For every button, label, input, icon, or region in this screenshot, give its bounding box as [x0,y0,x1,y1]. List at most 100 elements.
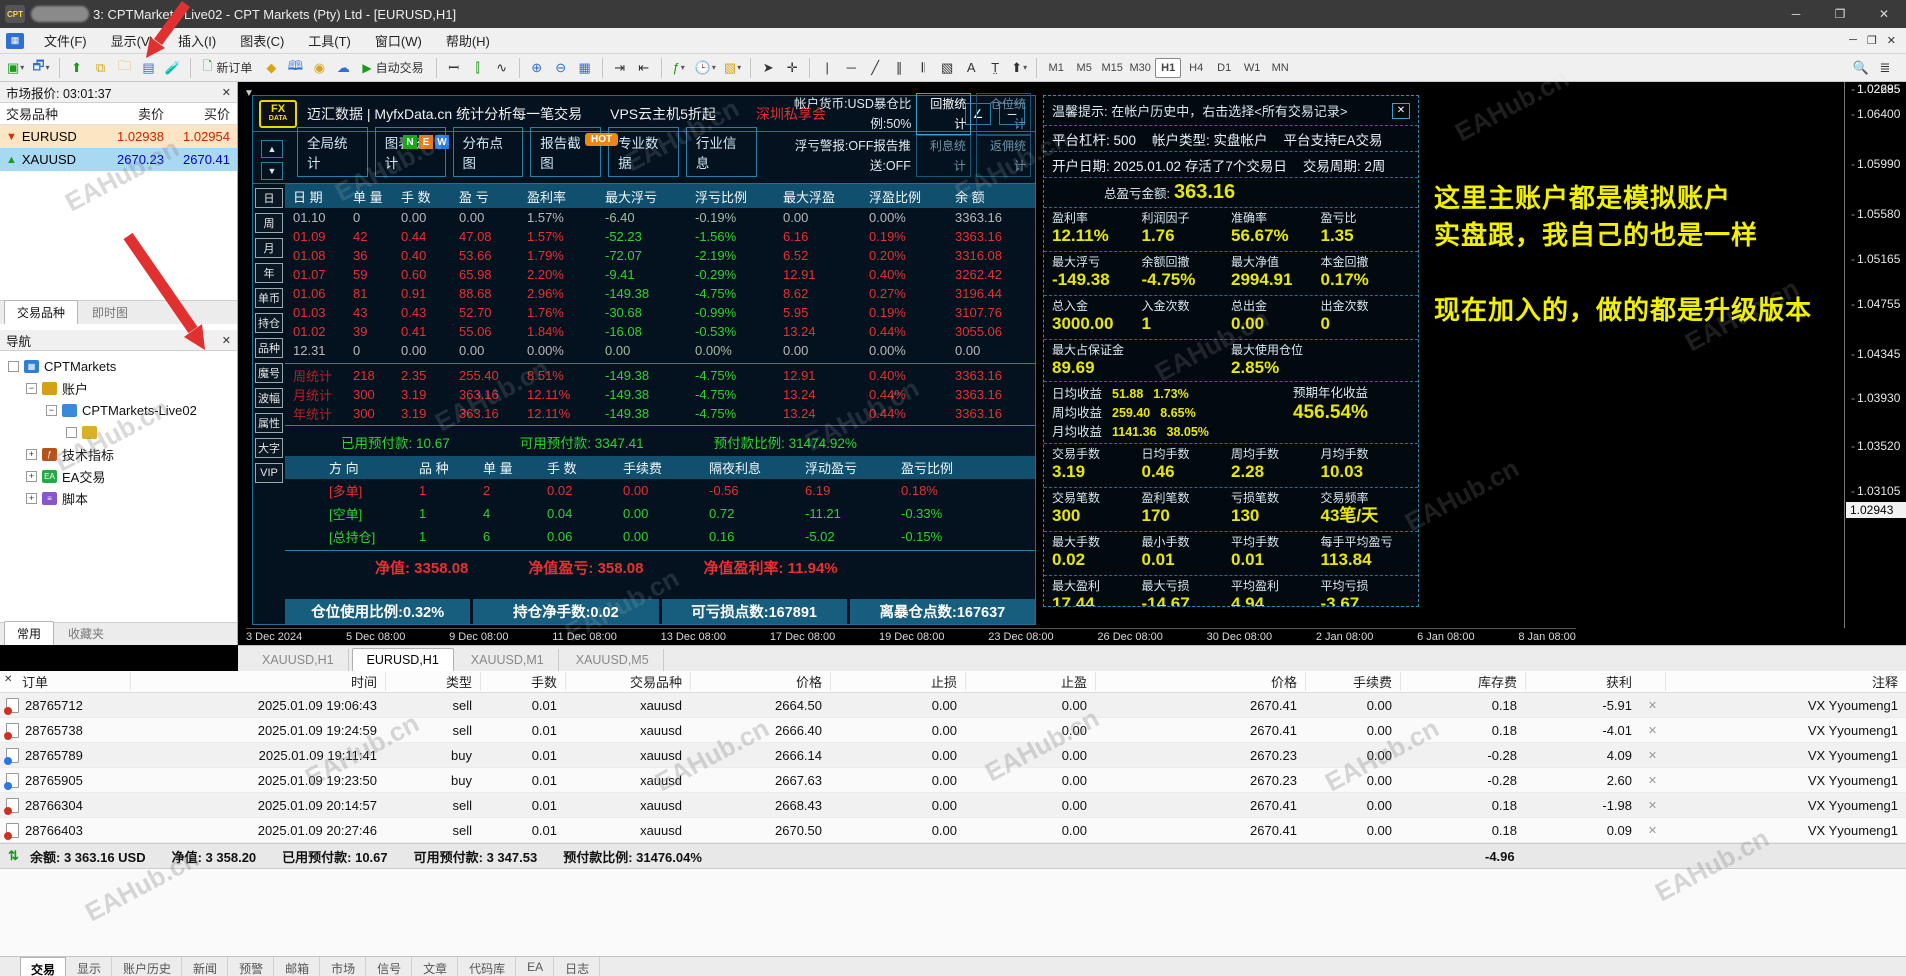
stats-side-button[interactable]: 月 [255,238,283,258]
terminal-tab[interactable]: 显示 [67,957,113,976]
timeframe-button[interactable]: M1 [1043,58,1069,78]
terminal-icon[interactable]: ▤ [138,57,160,79]
timeframe-button[interactable]: M30 [1127,58,1153,78]
timeframe-button[interactable]: H1 [1155,57,1182,78]
col-ticket[interactable]: 订单 [0,672,130,691]
stats-side-button[interactable]: 波幅 [255,388,283,408]
tree-expander-icon[interactable]: + [26,448,37,460]
minimize-button[interactable]: ─ [1774,0,1818,28]
mw-col-ask[interactable]: 买价 [170,104,236,123]
stats-side-button[interactable]: 魔号 [255,363,283,383]
order-row[interactable]: 28765905 2025.01.09 19:23:50 buy 0.01 xa… [0,768,1906,793]
terminal-tab[interactable]: 交易 [20,957,67,976]
close-order-icon[interactable]: ✕ [1640,749,1665,762]
col-current-price[interactable]: 价格 [1095,672,1305,691]
market-watch-close-icon[interactable]: ✕ [222,86,231,99]
stats-tab[interactable]: 专业数据 [608,127,679,177]
metaeditor-icon[interactable]: ◆ [260,57,282,79]
zoom-out-icon[interactable]: ⊖ [550,57,572,79]
new-chart-icon[interactable]: ▣ ▾ [4,57,27,79]
close-order-icon[interactable]: ✕ [1640,824,1665,837]
terminal-tab[interactable]: 新闻 [183,957,229,976]
text-label-icon[interactable]: T̤ [984,57,1006,79]
menu-item[interactable]: 帮助(H) [434,27,502,54]
channel-icon[interactable]: ∥ [888,57,910,79]
navigator-item[interactable]: − CPTMarkets-Live02 [0,399,237,421]
navigator-item[interactable]: − 账户 [0,377,237,399]
navigator-item[interactable]: + EA EA交易 [0,465,237,487]
stats-side-button[interactable]: 大字 [255,438,283,458]
timeframe-button[interactable]: D1 [1211,58,1237,78]
info-panel-close-icon[interactable]: ✕ [1392,102,1410,119]
order-row[interactable]: 28765789 2025.01.09 19:11:41 buy 0.01 xa… [0,743,1906,768]
tree-expander-icon[interactable]: − [46,404,57,416]
position-stats-button[interactable]: 仓位统计 [976,93,1031,135]
navigator-item[interactable]: ▦ CPTMarkets [0,355,237,377]
navigator-item[interactable]: + ≡ 脚本 [0,487,237,509]
cursor-icon[interactable]: ➤ [757,57,779,79]
stats-side-button[interactable]: 周 [255,213,283,233]
toolbar-list-icon[interactable]: ≣ [1874,57,1896,79]
col-commission[interactable]: 手续费 [1305,672,1400,691]
stats-side-button[interactable]: 日 [255,188,283,208]
menu-item[interactable]: 文件(F) [32,27,99,54]
tree-expander-icon[interactable] [66,426,77,438]
chart-tab[interactable]: XAUUSD,H1 [248,649,349,671]
order-row[interactable]: 28766304 2025.01.09 20:14:57 sell 0.01 x… [0,793,1906,818]
child-close-button[interactable]: ✕ [1887,34,1896,47]
menu-item[interactable]: 显示(V) [99,27,166,54]
terminal-tab[interactable]: 文章 [413,957,459,976]
auto-scroll-icon[interactable]: ⇥ [609,57,631,79]
terminal-tab[interactable]: 账户历史 [113,957,183,976]
vertical-line-icon[interactable]: | [816,57,838,79]
col-lots[interactable]: 手数 [480,672,565,691]
indicators-icon[interactable]: ƒ ▾ [668,57,690,79]
timeframe-button[interactable]: MN [1267,58,1293,78]
timeframe-button[interactable]: W1 [1239,58,1265,78]
col-time[interactable]: 时间 [130,672,385,691]
col-symbol[interactable]: 交易品种 [565,672,690,691]
maximize-button[interactable]: ❐ [1818,0,1862,28]
chart-tab[interactable]: XAUUSD,M1 [457,649,559,671]
order-row[interactable]: 28766403 2025.01.09 20:27:46 sell 0.01 x… [0,818,1906,843]
tree-expander-icon[interactable]: − [26,382,37,394]
stats-side-button[interactable]: 属性 [255,413,283,433]
timeframe-button[interactable]: H4 [1183,58,1209,78]
order-row[interactable]: 28765712 2025.01.09 19:06:43 sell 0.01 x… [0,693,1906,718]
stats-side-button[interactable]: 年 [255,263,283,283]
data-window-icon[interactable]: ⧉ [90,57,112,79]
strategy-tester-icon[interactable]: 🧪 [162,57,184,79]
stats-side-button[interactable]: VIP [255,463,283,483]
menu-item[interactable]: 插入(I) [166,27,228,54]
market-watch-row[interactable]: ▼ EURUSD 1.02938 1.02954 [0,125,237,148]
chart-tab[interactable]: EURUSD,H1 [351,648,454,671]
col-open-price[interactable]: 价格 [690,672,830,691]
stats-side-button[interactable]: 品种 [255,338,283,358]
scroll-down-icon[interactable]: ▼ [261,162,283,180]
auto-trading-button[interactable]: ▶ 自动交易 [356,57,429,79]
terminal-tab[interactable]: 市场 [321,957,367,976]
bar-chart-icon[interactable]: 𝄩 [443,57,465,79]
menu-item[interactable]: 工具(T) [296,27,363,54]
time-axis[interactable]: 3 Dec 2024 5 Dec 08:00 9 Dec 08:00 11 De… [246,628,1576,645]
chart-tab[interactable]: XAUUSD,M5 [562,649,664,671]
drawdown-stats-button[interactable]: 回撤统计 [916,93,972,135]
close-order-icon[interactable]: ✕ [1640,699,1665,712]
interest-stats-button[interactable]: 利息统计 [915,135,971,177]
close-order-icon[interactable]: ✕ [1640,799,1665,812]
chart-shift-icon[interactable]: ⇤ [633,57,655,79]
vps-promo-text[interactable]: VPS云主机5折起 [610,104,716,124]
timeframe-button[interactable]: M5 [1071,58,1097,78]
navigator-item[interactable]: + ƒ 技术指标 [0,443,237,465]
stats-side-button[interactable]: 单币 [255,288,283,308]
close-button[interactable]: ✕ [1862,0,1906,28]
text-icon[interactable]: A [960,57,982,79]
terminal-tab[interactable]: 日志 [555,957,601,976]
tab-favorites[interactable]: 收藏夹 [56,622,116,645]
profiles-icon[interactable]: 🗗 ▾ [29,57,52,79]
terminal-tab[interactable]: 代码库 [459,957,517,976]
tile-windows-icon[interactable]: ▦ [574,57,596,79]
horizontal-line-icon[interactable]: ─ [840,57,862,79]
mw-col-symbol[interactable]: 交易品种 [0,104,104,123]
close-order-icon[interactable]: ✕ [1640,774,1665,787]
